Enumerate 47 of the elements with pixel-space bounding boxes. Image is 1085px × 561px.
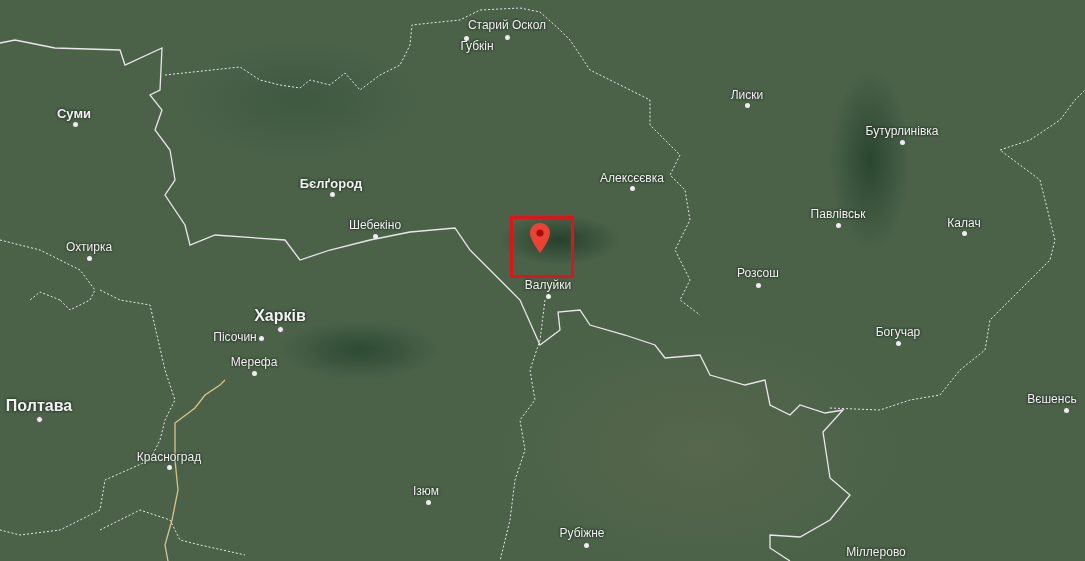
city-dot-icon	[961, 230, 967, 236]
city-dot-icon	[72, 121, 78, 127]
city-label: Алексєєвка	[600, 171, 664, 186]
city-dot-icon	[744, 102, 750, 108]
city-label: Охтирка	[65, 240, 113, 255]
location-pin-icon	[529, 222, 551, 254]
city-label: Рубіжне	[559, 526, 605, 541]
city-dot-icon	[35, 415, 43, 423]
city-label: Міллерово	[846, 545, 906, 560]
city-label: Пісочин	[213, 330, 257, 345]
city-dot-icon	[258, 335, 264, 341]
city-dot-icon	[1063, 407, 1069, 413]
city-dot-icon	[629, 185, 635, 191]
city-label: Красноград	[136, 450, 202, 465]
city-dot-icon	[899, 139, 905, 145]
city-label: Старий Оскол	[467, 18, 547, 33]
city-dot-icon	[835, 222, 841, 228]
city-dot-icon	[545, 293, 551, 299]
city-label: Шебекіно	[348, 218, 402, 233]
city-dot-icon	[276, 325, 284, 333]
city-dot-icon	[504, 34, 510, 40]
city-label: Богучар	[875, 325, 921, 340]
city-dot-icon	[895, 340, 901, 346]
city-label: Мерефа	[230, 355, 278, 370]
city-label: Вєшенсь	[1027, 392, 1077, 407]
city-label: Валуйки	[524, 278, 572, 293]
highlight-frame	[510, 216, 574, 278]
city-dot-icon	[583, 542, 589, 548]
city-dot-icon	[463, 35, 469, 41]
city-dot-icon	[251, 370, 257, 376]
city-label: Розсош	[737, 266, 779, 281]
city-dot-icon	[755, 282, 761, 288]
city-label: Полтава	[5, 396, 73, 416]
city-label: Бутурлинівка	[865, 124, 939, 139]
city-label: Суми	[56, 106, 92, 122]
city-label: Бєлґород	[299, 176, 363, 192]
city-dot-icon	[372, 233, 378, 239]
city-label: Губкін	[460, 39, 494, 54]
city-dot-icon	[329, 191, 335, 197]
city-label: Ізюм	[413, 484, 439, 499]
city-label: Павлівськ	[810, 207, 866, 222]
city-dot-icon	[166, 464, 172, 470]
city-label: Калач	[947, 216, 981, 231]
city-label: Харків	[254, 306, 306, 326]
city-dot-icon	[86, 255, 92, 261]
city-label: Лиски	[730, 88, 764, 103]
city-dot-icon	[425, 499, 431, 505]
